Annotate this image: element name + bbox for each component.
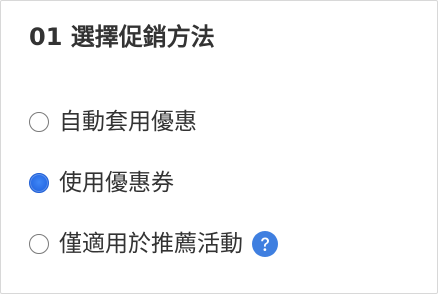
question-circle-icon[interactable] [252,231,278,257]
promotion-method-panel: 01 選擇促銷方法 自動套用優惠 使用優惠券 僅適用於推薦活動 [0,0,438,294]
option-use-coupon[interactable]: 使用優惠券 [29,166,174,200]
radio-referral-only[interactable] [29,234,49,254]
option-auto-apply[interactable]: 自動套用優惠 [29,105,197,139]
option-referral-only[interactable]: 僅適用於推薦活動 [29,227,278,261]
radio-auto-apply[interactable] [29,112,49,132]
radio-use-coupon[interactable] [29,173,49,193]
section-title: 01 選擇促銷方法 [29,23,215,51]
option-label: 僅適用於推薦活動 [59,231,243,257]
option-label: 使用優惠券 [59,170,174,196]
option-label: 自動套用優惠 [59,109,197,135]
